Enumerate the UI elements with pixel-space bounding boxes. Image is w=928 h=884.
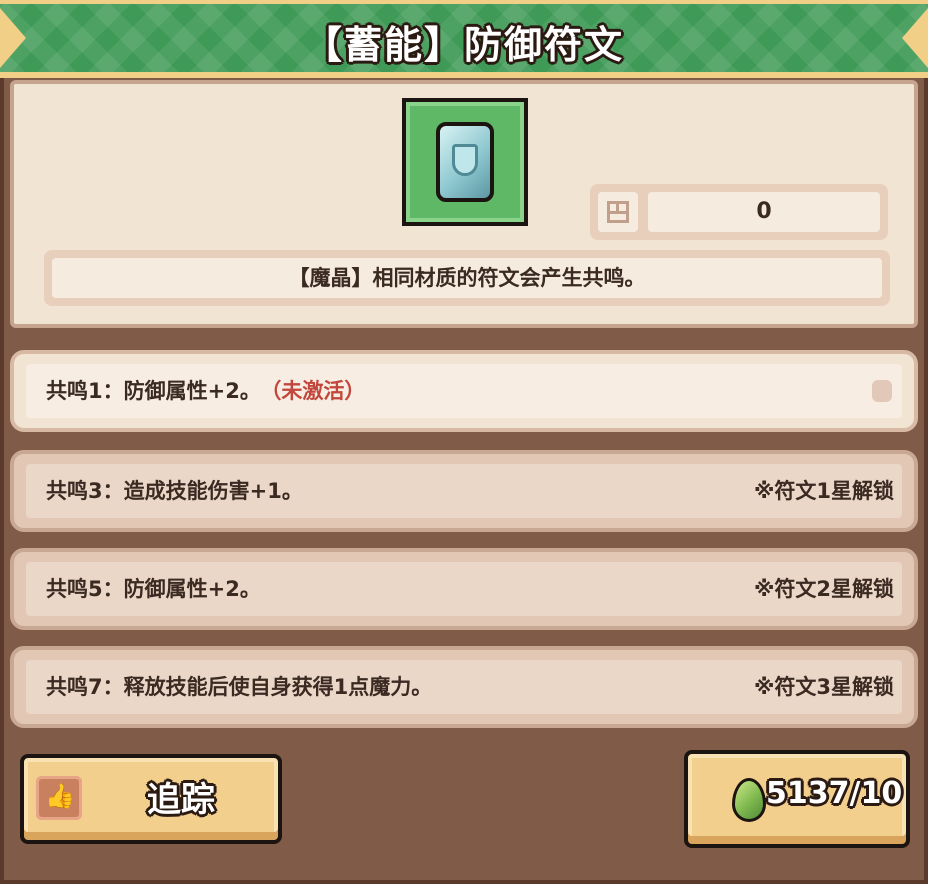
resonance-text: 共鸣7：释放技能后使自身获得1点魔力。 <box>46 675 433 699</box>
resonance-row-inner: 共鸣3：造成技能伤害+1。 ※符文1星解锁 <box>26 464 902 518</box>
resonance-row-3: 共鸣3：造成技能伤害+1。 ※符文1星解锁 <box>10 450 918 532</box>
resonance-text: 共鸣3：造成技能伤害+1。 <box>46 479 303 503</box>
upgrade-cost-button[interactable]: 5137/10 <box>684 750 910 848</box>
title-banner: 【蓄能】防御符文 <box>0 0 928 78</box>
resonance-row-1: 共鸣1：防御属性+2。 （未激活） <box>10 350 918 432</box>
inventory-icon <box>598 192 638 232</box>
resonance-row-7: 共鸣7：释放技能后使自身获得1点魔力。 ※符文3星解锁 <box>10 646 918 728</box>
rune-slot <box>402 98 528 226</box>
green-gem-icon <box>732 778 766 822</box>
resonance-row-inner: 共鸣5：防御属性+2。 ※符文2星解锁 <box>26 562 902 616</box>
track-button-label: 追踪 <box>147 780 215 820</box>
resonance-row-inner: 共鸣7：释放技能后使自身获得1点魔力。 ※符文3星解锁 <box>26 660 902 714</box>
cost-label: 5137/10 <box>766 776 903 811</box>
rune-detail-panel: 【蓄能】防御符文 0 【魔晶】相同材质的符文会产生共鸣。 共鸣1：防御属性+2。… <box>0 0 928 884</box>
rune-description: 【魔晶】相同材质的符文会产生共鸣。 <box>52 258 882 298</box>
resonance-row-5: 共鸣5：防御属性+2。 ※符文2星解锁 <box>10 548 918 630</box>
unlock-requirement: ※符文2星解锁 <box>753 577 894 601</box>
rune-count-box: 0 <box>590 184 888 240</box>
page-title: 【蓄能】防御符文 <box>303 23 624 67</box>
rune-count-value: 0 <box>648 192 880 232</box>
unlock-requirement: ※符文1星解锁 <box>753 479 894 503</box>
resonance-text: 共鸣1：防御属性+2。 （未激活） <box>46 379 366 403</box>
track-button[interactable]: 追踪 <box>20 754 282 844</box>
rune-description-box: 【魔晶】相同材质的符文会产生共鸣。 <box>44 250 890 306</box>
resonance-text: 共鸣5：防御属性+2。 <box>46 577 261 601</box>
resonance-row-inner: 共鸣1：防御属性+2。 （未激活） <box>26 364 902 418</box>
status-indicator-dot <box>872 380 892 402</box>
rune-info-panel: 0 【魔晶】相同材质的符文会产生共鸣。 <box>10 80 918 328</box>
thumbs-up-icon <box>36 776 82 820</box>
unlock-requirement: ※符文3星解锁 <box>753 675 894 699</box>
shield-rune-icon <box>436 122 494 202</box>
inactive-status: （未激活） <box>270 379 366 403</box>
